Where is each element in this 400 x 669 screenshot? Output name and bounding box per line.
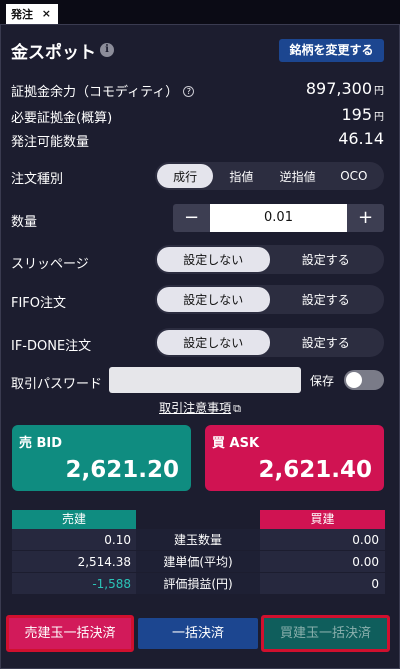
- table-row: 2,514.38 建単価(平均) 0.00: [12, 551, 385, 573]
- margin-available-label: 証拠金余力（コモディティ）?: [11, 81, 195, 100]
- margin-available-value: 897,300 円: [305, 79, 384, 98]
- order-type-selector: 成行 指値 逆指値 OCO: [155, 162, 384, 190]
- slippage-label: スリッページ: [11, 257, 89, 272]
- sell-bid-button[interactable]: 売 BID 2,621.20: [12, 425, 191, 491]
- settle-all-buy-button[interactable]: 買建玉一括決済: [261, 615, 390, 652]
- quantity-label: 数量: [11, 215, 38, 230]
- slippage-on[interactable]: 設定する: [270, 247, 383, 272]
- bid-label: 売 BID: [19, 436, 63, 451]
- order-type-market[interactable]: 成行: [157, 164, 214, 188]
- change-symbol-button[interactable]: 銘柄を変更する: [279, 39, 384, 62]
- sell-position-header: 売建: [12, 510, 136, 529]
- row-label: 評価損益(円): [136, 573, 260, 594]
- sell-unrealized-pl: -1,588: [12, 573, 136, 594]
- row-label: 建単価(平均): [136, 551, 260, 572]
- ifdone-selector: 設定しない 設定する: [155, 328, 384, 357]
- sell-quantity: 0.10: [12, 529, 136, 550]
- ifdone-on[interactable]: 設定する: [270, 330, 383, 355]
- ask-price: 2,621.40: [258, 457, 373, 483]
- tab-order[interactable]: 発注 ×: [6, 4, 58, 24]
- table-row: 0.10 建玉数量 0.00: [12, 529, 385, 551]
- fifo-off[interactable]: 設定しない: [157, 287, 270, 312]
- help-icon[interactable]: ?: [183, 86, 195, 97]
- quantity-increment-button[interactable]: +: [347, 204, 384, 232]
- info-icon[interactable]: i: [100, 43, 114, 57]
- orderable-quantity-value: 46.14: [338, 129, 384, 148]
- order-type-limit[interactable]: 指値: [213, 164, 269, 188]
- toggle-knob: [346, 372, 362, 388]
- ifdone-off[interactable]: 設定しない: [157, 330, 270, 355]
- required-margin-label: 必要証拠金(概算): [11, 111, 113, 126]
- table-row: -1,588 評価損益(円) 0: [12, 573, 385, 595]
- fifo-label: FIFO注文: [11, 296, 67, 311]
- orderable-quantity-label: 発注可能数量: [11, 135, 90, 150]
- buy-avg-price: 0.00: [260, 551, 385, 572]
- settle-all-sell-button[interactable]: 売建玉一括決済: [6, 615, 134, 652]
- page-title: 金スポット: [11, 43, 96, 63]
- settle-all-button[interactable]: 一括決済: [138, 618, 258, 649]
- tab-bar: 発注 ×: [0, 0, 400, 24]
- tab-label: 発注: [11, 8, 33, 21]
- ask-label: 買 ASK: [212, 436, 260, 451]
- order-type-stop[interactable]: 逆指値: [270, 164, 326, 188]
- row-label: 建玉数量: [136, 529, 260, 550]
- ifdone-label: IF-DONE注文: [11, 339, 92, 354]
- required-margin-value: 195 円: [341, 105, 384, 124]
- position-table-header: 売建 買建: [12, 510, 385, 529]
- save-password-toggle[interactable]: [344, 370, 384, 390]
- slippage-off[interactable]: 設定しない: [157, 247, 270, 272]
- quantity-decrement-button[interactable]: −: [173, 204, 210, 232]
- sell-avg-price: 2,514.38: [12, 551, 136, 572]
- password-input[interactable]: [109, 367, 301, 393]
- quantity-input[interactable]: 0.01: [210, 204, 347, 232]
- external-link-icon: ⧉: [233, 402, 241, 415]
- fifo-selector: 設定しない 設定する: [155, 285, 384, 314]
- slippage-selector: 設定しない 設定する: [155, 245, 384, 274]
- close-icon[interactable]: ×: [42, 7, 51, 20]
- buy-position-header: 買建: [260, 510, 385, 529]
- save-password-label: 保存: [310, 374, 335, 388]
- bid-price: 2,621.20: [65, 457, 180, 483]
- password-label: 取引パスワード: [11, 377, 103, 392]
- order-type-oco[interactable]: OCO: [326, 164, 382, 188]
- buy-quantity: 0.00: [260, 529, 385, 550]
- order-type-label: 注文種別: [11, 172, 64, 187]
- quantity-stepper: − 0.01 +: [173, 204, 384, 232]
- position-table: 売建 買建 0.10 建玉数量 0.00 2,514.38 建単価(平均) 0.…: [12, 510, 385, 595]
- fifo-on[interactable]: 設定する: [270, 287, 383, 312]
- buy-unrealized-pl: 0: [260, 573, 385, 594]
- buy-ask-button[interactable]: 買 ASK 2,621.40: [205, 425, 384, 491]
- trading-notice-link[interactable]: 取引注意事項 ⧉: [0, 399, 400, 416]
